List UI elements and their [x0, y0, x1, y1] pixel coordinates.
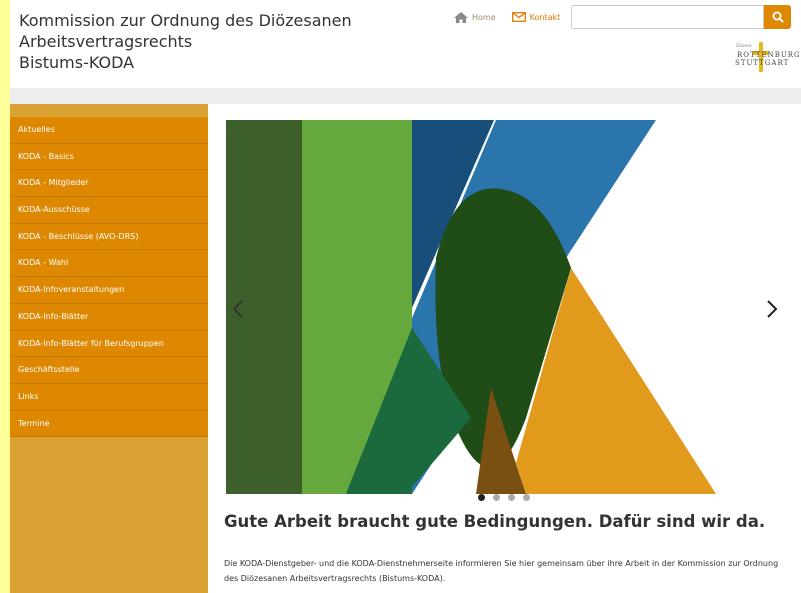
carousel-indicator-2[interactable]	[493, 494, 500, 501]
carousel-next-button[interactable]	[762, 296, 782, 324]
carousel-prev-button[interactable]	[228, 296, 248, 324]
home-icon	[454, 11, 468, 23]
site-title-line-2: Arbeitsvertragsrechts	[19, 32, 193, 51]
sidebar-menu: Aktuelles KODA - Basics KODA - Mitgliede…	[10, 117, 208, 438]
sidebar-item-info-blaetter-berufsgruppen[interactable]: KODA-Info-Blätter für Berufsgruppen	[10, 330, 208, 358]
sidebar-item-links[interactable]: Links	[10, 383, 208, 411]
header-divider	[10, 88, 801, 104]
sidebar-item-mitglieder[interactable]: KODA - Mitglieder	[10, 170, 208, 198]
intro-paragraph: Die KODA-Dienstgeber- und die KODA-Diens…	[224, 559, 779, 583]
top-navigation: Home Kontakt	[454, 9, 570, 25]
chevron-left-icon	[232, 299, 243, 318]
logo-line-1: ROTTENBURG-	[737, 51, 801, 59]
sidebar-item-basics[interactable]: KODA - Basics	[10, 143, 208, 171]
sidebar-item-wahl[interactable]: KODA - Wahl	[10, 250, 208, 278]
sidebar-item-ausschuesse[interactable]: KODA-Ausschüsse	[10, 197, 208, 224]
carousel-indicator-3[interactable]	[508, 494, 515, 501]
image-carousel[interactable]	[226, 118, 782, 494]
chevron-right-icon	[767, 299, 778, 318]
search-icon	[772, 11, 784, 23]
logo-small-text: Diözese	[736, 43, 752, 48]
search-button[interactable]	[764, 5, 791, 29]
sidebar-item-infoveranstaltungen[interactable]: KODA-Infoveranstaltungen	[10, 277, 208, 304]
sidebar-item-beschluesse[interactable]: KODA - Beschlüsse (AVO-DRS)	[10, 223, 208, 251]
site-title[interactable]: Kommission zur Ordnung des Diözesanen Ar…	[19, 10, 352, 73]
page-headline: Gute Arbeit braucht gute Bedingungen. Da…	[224, 512, 766, 531]
site-title-line-1: Kommission zur Ordnung des Diözesanen	[19, 11, 352, 30]
logo-line-2: STUTTGART	[735, 59, 790, 67]
sidebar: Aktuelles KODA - Basics KODA - Mitgliede…	[10, 104, 208, 593]
sidebar-item-termine[interactable]: Termine	[10, 410, 208, 438]
home-link[interactable]: Home	[454, 11, 496, 23]
carousel-indicator-4[interactable]	[523, 494, 530, 501]
contact-link[interactable]: Kontakt	[511, 12, 561, 22]
envelope-icon	[511, 12, 526, 22]
home-link-label: Home	[472, 12, 496, 22]
site-title-line-3: Bistums-KODA	[19, 53, 135, 72]
sidebar-item-geschaeftsstelle[interactable]: Geschäftsstelle	[10, 357, 208, 384]
sidebar-item-info-blaetter[interactable]: KODA-Info-Blätter	[10, 303, 208, 331]
diocese-logo[interactable]: Diözese ROTTENBURG- STUTTGART	[723, 40, 801, 74]
koda-k-graphic	[226, 120, 716, 494]
carousel-indicators	[478, 494, 530, 501]
carousel-indicator-1[interactable]	[478, 494, 485, 501]
contact-link-label: Kontakt	[529, 12, 561, 22]
search-input[interactable]	[571, 5, 764, 29]
sidebar-item-aktuelles[interactable]: Aktuelles	[10, 117, 208, 144]
